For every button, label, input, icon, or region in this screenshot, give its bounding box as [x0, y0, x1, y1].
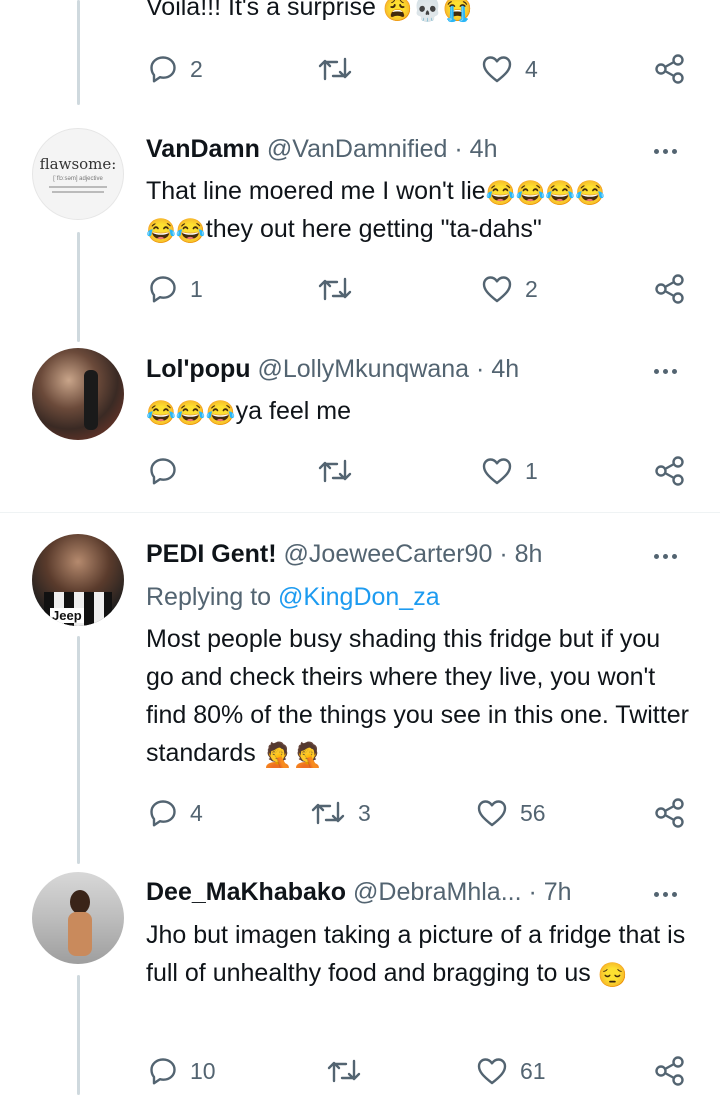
emoji-group: 😂😂 — [146, 218, 206, 245]
avatar[interactable] — [32, 872, 124, 964]
timestamp[interactable]: · 4h — [454, 135, 497, 163]
tweet-text: Voila!!! It's a surprise 😩💀😭 — [146, 0, 691, 26]
retweet-icon — [311, 801, 345, 825]
tweet-header: PEDI Gent! @JoeweeCarter90 · 8h — [146, 539, 542, 569]
retweet-count: 3 — [358, 799, 371, 826]
reply-count: 10 — [190, 1057, 216, 1084]
like-count: 56 — [520, 799, 546, 826]
more-icon[interactable] — [654, 548, 686, 560]
reply-button[interactable]: 2 — [148, 53, 203, 85]
retweet-button[interactable]: 3 — [310, 797, 371, 829]
tweet-header: Dee_MaKhabako @DebraMhla... · 7h — [146, 877, 572, 907]
timestamp[interactable]: · 8h — [499, 540, 542, 568]
retweet-button[interactable] — [317, 455, 365, 487]
more-icon[interactable] — [654, 363, 686, 375]
thread-line — [77, 636, 80, 864]
display-name[interactable]: Lol'popu — [146, 355, 251, 383]
tweet-text: That line moered me I won't lie😂😂😂😂 😂😂th… — [146, 177, 606, 245]
mention-link[interactable]: @KingDon_za — [278, 583, 440, 611]
handle[interactable]: @JoeweeCarter90 — [284, 540, 493, 568]
reply-icon — [150, 1058, 176, 1085]
like-icon — [477, 800, 507, 827]
handle[interactable]: @LollyMkunqwana — [257, 355, 469, 383]
reply-button[interactable]: 4 — [148, 797, 203, 829]
like-button[interactable]: 1 — [481, 455, 538, 487]
share-button[interactable] — [654, 53, 686, 85]
retweet-button[interactable] — [317, 273, 365, 305]
tweet-text: Most people busy shading this fridge but… — [146, 625, 689, 769]
avatar-figure — [68, 912, 92, 956]
like-button[interactable]: 61 — [476, 1055, 546, 1087]
like-icon — [482, 458, 512, 485]
share-icon — [655, 274, 684, 304]
like-count: 4 — [525, 55, 538, 82]
retweet-button[interactable] — [317, 53, 365, 85]
thread-line — [77, 975, 80, 1095]
emoji-group: 😔 — [597, 962, 628, 989]
retweet-icon — [318, 57, 352, 81]
tweet-header: Lol'popu @LollyMkunqwana · 4h — [146, 354, 519, 384]
retweet-button[interactable] — [326, 1055, 374, 1087]
share-button[interactable] — [654, 1055, 686, 1087]
share-icon — [655, 1056, 684, 1086]
emoji-group: 😂😂😂😂 — [485, 180, 606, 207]
like-icon — [482, 276, 512, 303]
avatar-sponsor: Jeep — [50, 608, 84, 623]
avatar-lines — [52, 191, 104, 193]
display-name[interactable]: Dee_MaKhabako — [146, 878, 346, 906]
share-button[interactable] — [654, 273, 686, 305]
avatar-figure — [70, 890, 90, 914]
emoji-group: 😂😂😂 — [146, 400, 236, 427]
like-button[interactable]: 4 — [481, 53, 538, 85]
display-name[interactable]: VanDamn — [146, 135, 260, 163]
avatar-figure — [84, 370, 98, 430]
share-button[interactable] — [654, 455, 686, 487]
like-icon — [482, 56, 512, 83]
more-icon[interactable] — [654, 886, 686, 898]
timestamp[interactable]: · 4h — [476, 355, 519, 383]
avatar[interactable] — [32, 348, 124, 440]
reply-count: 1 — [190, 275, 203, 302]
avatar-subtitle: [ˈflɔːsəm] adjective — [53, 176, 103, 182]
avatar[interactable]: flawsome: [ˈflɔːsəm] adjective — [32, 128, 124, 220]
like-count: 2 — [525, 275, 538, 302]
tweet-header: VanDamn @VanDamnified · 4h — [146, 134, 498, 164]
avatar[interactable]: Jeep — [32, 534, 124, 626]
like-button[interactable]: 56 — [476, 797, 546, 829]
share-icon — [655, 798, 684, 828]
avatar-lines — [49, 186, 107, 188]
thread-line — [77, 232, 80, 342]
reply-icon — [150, 276, 176, 303]
reply-icon — [150, 458, 176, 485]
like-icon — [477, 1058, 507, 1085]
tweet-text: 😂😂😂ya feel me — [146, 397, 351, 427]
reply-button[interactable]: 1 — [148, 273, 203, 305]
emoji-group: 🤦🤦 — [262, 742, 323, 769]
retweet-icon — [318, 277, 352, 301]
reply-button[interactable] — [148, 455, 190, 487]
handle[interactable]: @DebraMhla... — [353, 878, 522, 906]
retweet-icon — [318, 459, 352, 483]
like-count: 61 — [520, 1057, 546, 1084]
reply-count: 2 — [190, 55, 203, 82]
reply-button[interactable]: 10 — [148, 1055, 216, 1087]
share-icon — [655, 456, 684, 486]
avatar-title: flawsome: — [39, 155, 117, 173]
divider — [0, 512, 720, 513]
retweet-icon — [327, 1059, 361, 1083]
emoji-group: 😩💀😭 — [382, 0, 473, 23]
reply-count: 4 — [190, 799, 203, 826]
reply-icon — [150, 56, 176, 83]
reply-icon — [150, 800, 176, 827]
share-icon — [655, 54, 684, 84]
like-count: 1 — [525, 457, 538, 484]
display-name[interactable]: PEDI Gent! — [146, 540, 277, 568]
like-button[interactable]: 2 — [481, 273, 538, 305]
tweet-text: Jho but imagen taking a picture of a fri… — [146, 921, 686, 989]
replying-to: Replying to @KingDon_za — [146, 583, 440, 611]
more-icon[interactable] — [654, 143, 686, 155]
handle[interactable]: @VanDamnified — [267, 135, 448, 163]
timestamp[interactable]: · 7h — [528, 878, 571, 906]
share-button[interactable] — [654, 797, 686, 829]
